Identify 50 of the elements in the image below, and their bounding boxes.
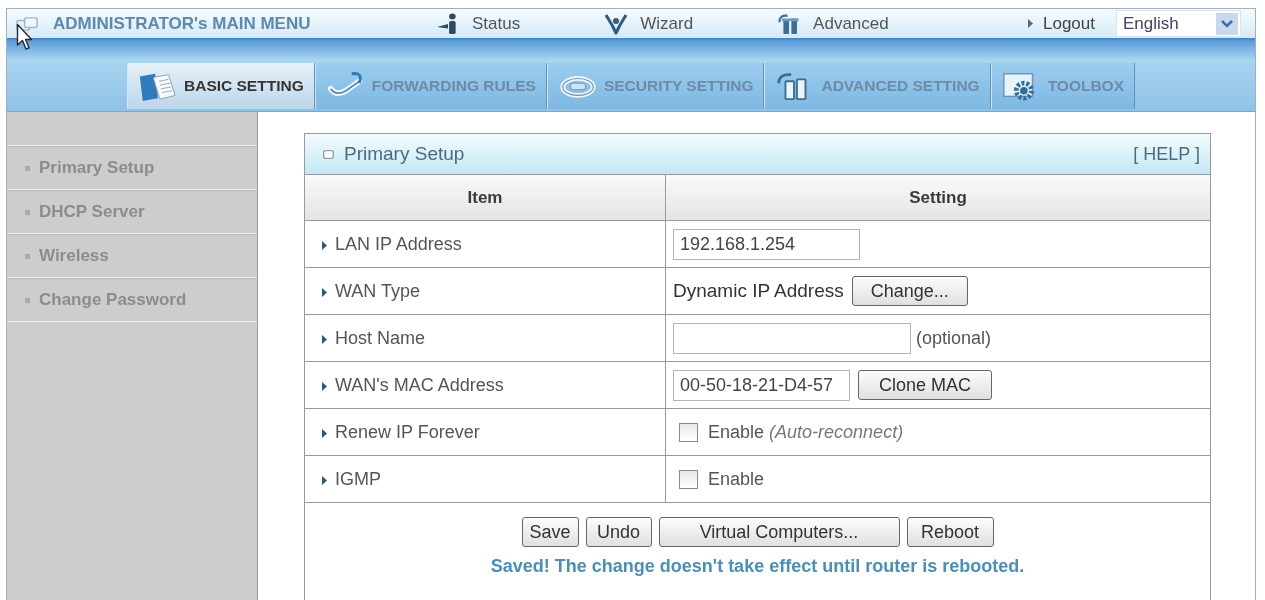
input-field[interactable]: 00-50-18-21-D4-57 — [673, 369, 850, 401]
mouse-pointer-icon — [16, 23, 33, 51]
action-button[interactable]: Change... — [851, 276, 968, 306]
raised-arms-icon — [604, 12, 629, 35]
checkbox[interactable] — [679, 469, 698, 489]
panel-title: Primary Setup — [344, 143, 465, 165]
menu-title: ADMINISTRATOR's MAIN MENU — [53, 13, 311, 34]
row-label: LAN IP Address — [335, 233, 462, 254]
help-link[interactable]: [ HELP ] — [1133, 143, 1200, 165]
triangle-icon — [322, 475, 327, 485]
hint-text: (Auto-reconnect) — [769, 421, 904, 443]
triangle-icon — [322, 334, 327, 344]
row-label: WAN Type — [335, 280, 421, 301]
checkbox[interactable] — [679, 422, 698, 442]
action-button[interactable]: Clone MAC — [858, 370, 992, 400]
bullet-icon — [25, 209, 30, 215]
action-button[interactable]: Reboot — [906, 517, 994, 547]
row-label: Host Name — [335, 327, 426, 348]
language-dropdown[interactable]: English — [1116, 10, 1241, 37]
nav-link[interactable]: Advanced — [777, 12, 889, 35]
row-label: Renew IP Forever — [335, 421, 480, 442]
checkbox-label: Enable — [708, 421, 765, 443]
nav-link[interactable]: Status — [436, 12, 521, 35]
logout-link[interactable]: Logout — [1028, 13, 1095, 34]
triangle-icon — [1028, 19, 1033, 28]
action-button[interactable]: Virtual Computers... — [658, 517, 900, 547]
input-field[interactable]: 192.168.1.254 — [673, 228, 860, 260]
row-label: WAN's MAC Address — [335, 374, 504, 395]
bullet-icon — [25, 165, 30, 171]
action-button[interactable]: Undo — [585, 517, 652, 547]
triangle-icon — [322, 428, 327, 438]
status-message: Saved! The change doesn't take effect until router is rebooted. — [490, 556, 1025, 577]
tab[interactable]: BASIC SETTING — [127, 63, 315, 109]
column-header: Setting — [665, 175, 1210, 221]
bullet-icon — [25, 297, 30, 303]
setting-value: Dynamic IP Address — [673, 280, 844, 302]
pillars-icon — [777, 12, 802, 35]
input-field[interactable] — [673, 322, 911, 354]
triangle-icon — [322, 287, 327, 297]
action-button[interactable]: Save — [521, 517, 579, 547]
checkbox-label: Enable — [708, 468, 765, 490]
hint-text: (optional) — [916, 327, 992, 349]
triangle-icon — [322, 240, 327, 250]
bullet-icon — [25, 253, 30, 259]
chevron-down-icon — [1216, 12, 1238, 35]
row-label: IGMP — [335, 468, 381, 489]
square-icon — [16, 16, 39, 31]
column-header: Item — [305, 175, 666, 221]
triangle-icon — [322, 381, 327, 391]
nav-link[interactable]: Wizard — [604, 12, 694, 35]
